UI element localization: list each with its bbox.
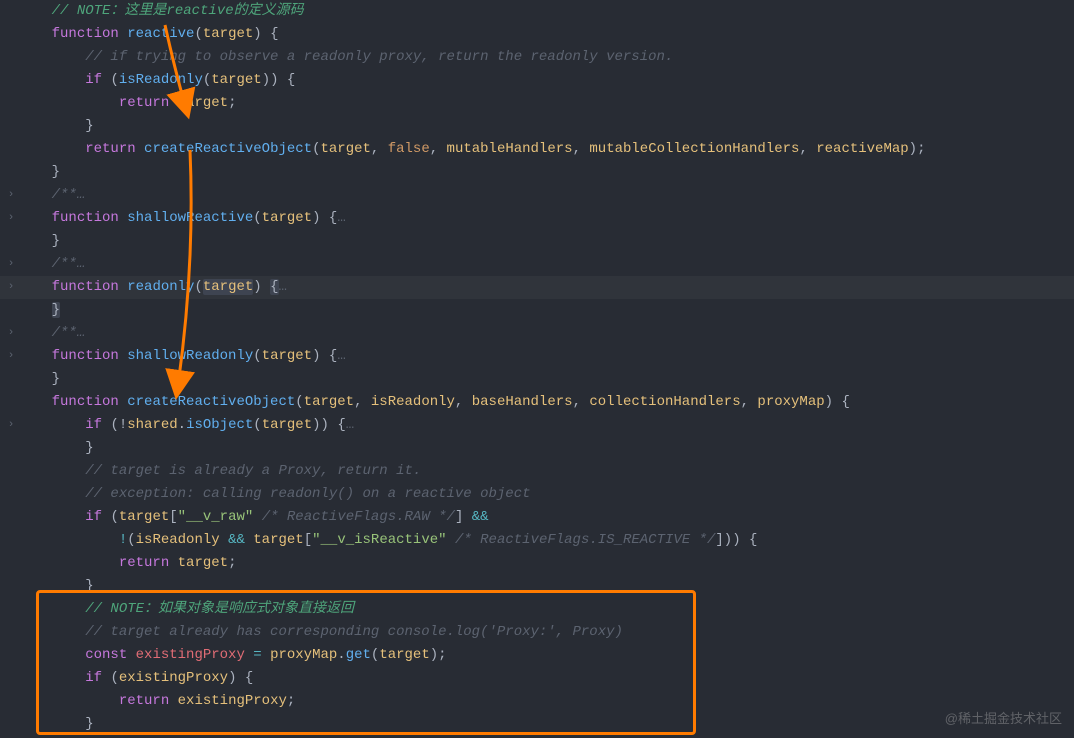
fold-chevron-icon[interactable]: › (4, 414, 18, 437)
code-line[interactable]: const existingProxy = proxyMap.get(targe… (18, 644, 1074, 667)
code-line[interactable]: // target is already a Proxy, return it. (18, 460, 1074, 483)
code-line[interactable]: // NOTE：如果对象是响应式对象直接返回 (18, 598, 1074, 621)
code-line[interactable]: // target already has corresponding cons… (18, 621, 1074, 644)
comment: // exception: calling readonly() on a re… (85, 486, 530, 502)
code-line[interactable]: } (18, 230, 1074, 253)
block-comment: /**… (52, 187, 86, 203)
code-line[interactable]: // NOTE：这里是reactive的定义源码 (18, 0, 1074, 23)
fn-isReadonly: isReadonly (119, 72, 203, 88)
var: target (178, 95, 228, 111)
comment: // if trying to observe a readonly proxy… (85, 49, 673, 65)
comment: // target already has corresponding cons… (85, 624, 623, 640)
block-comment: /**… (52, 256, 86, 272)
note-comment: // NOTE：如果对象是响应式对象直接返回 (85, 601, 354, 617)
code-line[interactable]: // exception: calling readonly() on a re… (18, 483, 1074, 506)
param: target (211, 72, 261, 88)
code-line[interactable]: !(isReadonly && target["__v_isReactive" … (18, 529, 1074, 552)
keyword-return: return (119, 95, 169, 111)
fn-readonly: readonly (127, 279, 194, 295)
fold-chevron-icon[interactable]: › (4, 322, 18, 345)
block-comment: /**… (52, 325, 86, 341)
fold-chevron-icon[interactable]: › (4, 207, 18, 230)
fold-chevron-icon[interactable]: › (4, 253, 18, 276)
code-line[interactable]: return target; (18, 552, 1074, 575)
fn-shallowReactive: shallowReactive (127, 210, 253, 226)
code-line[interactable]: } (18, 575, 1074, 598)
code-line[interactable]: return existingProxy; (18, 690, 1074, 713)
fn-shallowReadonly: shallowReadonly (127, 348, 253, 364)
code-line[interactable]: › /**… (18, 253, 1074, 276)
code-line[interactable]: return createReactiveObject(target, fals… (18, 138, 1074, 161)
code-line[interactable]: function createReactiveObject(target, is… (18, 391, 1074, 414)
fold-chevron-icon[interactable]: › (4, 184, 18, 207)
code-line[interactable]: if (isReadonly(target)) { (18, 69, 1074, 92)
code-line[interactable]: } (18, 368, 1074, 391)
code-line[interactable]: } (18, 437, 1074, 460)
param-target: target (203, 26, 253, 42)
code-line[interactable]: › /**… (18, 322, 1074, 345)
fn-createReactiveObject: createReactiveObject (127, 394, 295, 410)
keyword-function: function (52, 26, 119, 42)
code-line[interactable]: › function readonly(target) {… (18, 276, 1074, 299)
code-line[interactable]: } (18, 161, 1074, 184)
code-line[interactable]: if (existingProxy) { (18, 667, 1074, 690)
note-comment: // NOTE：这里是reactive的定义源码 (52, 3, 304, 19)
fold-chevron-icon[interactable]: › (4, 345, 18, 368)
code-line[interactable]: function reactive(target) { (18, 23, 1074, 46)
keyword-return: return (85, 141, 135, 157)
comment: // target is already a Proxy, return it. (85, 463, 421, 479)
code-line[interactable]: › function shallowReadonly(target) {… (18, 345, 1074, 368)
code-editor[interactable]: // NOTE：这里是reactive的定义源码 function reacti… (0, 0, 1074, 736)
code-line[interactable]: if (target["__v_raw" /* ReactiveFlags.RA… (18, 506, 1074, 529)
fn-reactive: reactive (127, 26, 194, 42)
code-line[interactable]: › /**… (18, 184, 1074, 207)
code-line[interactable]: } (18, 115, 1074, 138)
code-line[interactable]: } (18, 713, 1074, 736)
fold-chevron-icon[interactable]: › (4, 276, 18, 299)
code-line[interactable]: // if trying to observe a readonly proxy… (18, 46, 1074, 69)
code-line[interactable]: } (18, 299, 1074, 322)
code-line[interactable]: › function shallowReactive(target) {… (18, 207, 1074, 230)
code-line[interactable]: › if (!shared.isObject(target)) {… (18, 414, 1074, 437)
fn-createReactiveObject: createReactiveObject (144, 141, 312, 157)
keyword-if: if (85, 72, 102, 88)
code-line[interactable]: return target; (18, 92, 1074, 115)
